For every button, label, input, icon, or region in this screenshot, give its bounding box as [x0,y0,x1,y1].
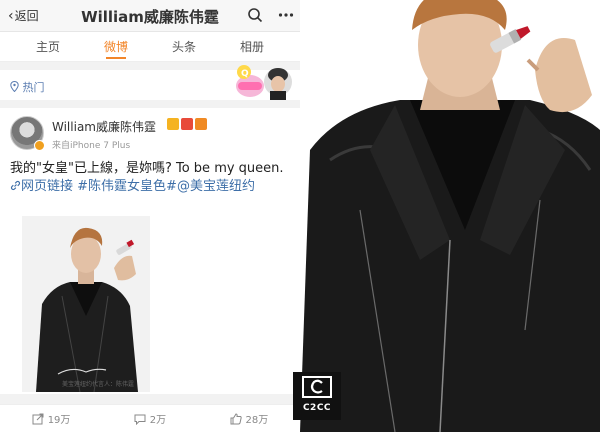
comment-button[interactable]: 2万 [134,411,166,426]
hot-section: 热门 Q [0,65,300,100]
post-text: 我的"女皇"已上線，是妳嗎? To be my queen. 网页链接 #陈伟霆… [10,160,290,196]
hot-label-text: 热门 [22,81,45,94]
tab-album[interactable]: 相册 [226,32,278,61]
comment-icon [134,414,146,425]
svg-text:Q: Q [241,69,249,79]
level-badge-icon [195,118,207,130]
promo-photo [300,0,600,432]
search-icon[interactable] [247,7,263,23]
hot-label[interactable]: 热门 [10,79,45,95]
thumbs-up-icon [230,412,242,424]
weibo-screenshot: ‹返回 William威廉陈伟霆 主页 微博 头条 相册 热门 Q Willia… [0,0,300,432]
weibo-post: William威廉陈伟霆 来自iPhone 7 Plus 我的"女皇"已上線，是… [0,108,300,394]
link-icon [10,180,21,191]
profile-tabs: 主页 微博 头条 相册 [0,32,300,62]
post-text-body: 我的"女皇"已上線，是妳嗎? To be my queen. [10,161,284,176]
top-nav-bar: ‹返回 William威廉陈伟霆 [0,0,300,32]
tab-weibo[interactable]: 微博 [90,32,142,61]
post-image-photo [22,216,150,392]
post-source: 来自iPhone 7 Plus [52,141,131,151]
image-caption: 美宝莲纽约代言人：陈伟霆 [62,381,135,388]
mention-link[interactable]: @美宝莲纽约 [177,179,255,194]
sticker-decoration: Q [236,65,292,100]
repost-button[interactable]: 19万 [32,411,71,426]
post-username[interactable]: William威廉陈伟霆 [52,118,156,135]
vip-crown-icon [167,118,179,130]
watermark-text: C2CC [302,403,332,413]
like-count: 28万 [245,415,269,426]
topbar-icons [237,7,294,27]
hashtag-link[interactable]: #陈伟霆女皇色# [77,179,177,194]
like-button[interactable]: 28万 [230,411,269,426]
promo-photo-image [300,0,600,432]
web-link-label: 网页链接 [21,179,74,194]
repost-icon [32,413,44,424]
comment-count: 2万 [149,415,167,426]
repost-count: 19万 [47,415,71,426]
post-image[interactable]: 美宝莲纽约代言人：陈伟霆 [22,216,150,392]
tab-headlines[interactable]: 头条 [158,32,210,61]
c2cc-logo: C2CC [293,372,341,420]
post-action-bar: 19万 2万 28万 [0,404,300,432]
more-icon[interactable] [278,7,294,23]
tab-home[interactable]: 主页 [22,32,74,61]
verified-badge-icon [34,140,45,151]
red-badge-icon [181,118,193,130]
web-link[interactable]: 网页链接 [10,179,73,194]
location-pin-icon [10,80,19,93]
camera-frame-icon [302,376,332,398]
user-badges [167,118,207,130]
